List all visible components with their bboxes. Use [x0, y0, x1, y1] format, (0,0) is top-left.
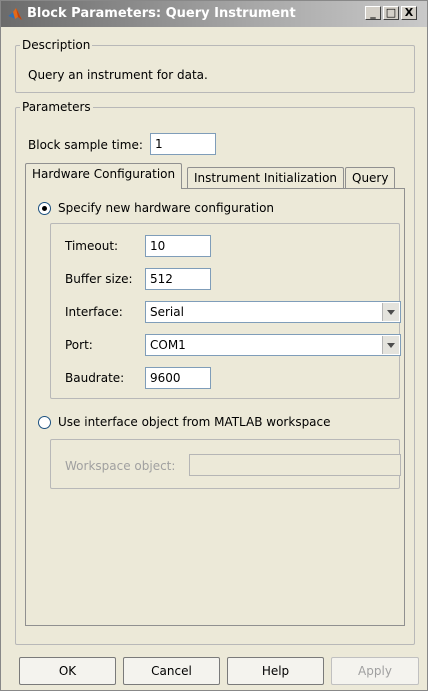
tab-instrument-initialization[interactable]: Instrument Initialization: [187, 167, 345, 189]
port-value: COM1: [150, 338, 186, 352]
sample-time-label: Block sample time:: [28, 138, 143, 152]
timeout-label: Timeout:: [65, 239, 119, 253]
title-bar[interactable]: Block Parameters: Query Instrument _ □ X: [1, 1, 427, 27]
specify-new-label: Specify new hardware configuration: [58, 201, 275, 215]
apply-button[interactable]: Apply: [331, 657, 419, 685]
timeout-input[interactable]: 10: [145, 235, 211, 257]
port-dropdown[interactable]: COM1: [145, 334, 401, 356]
tab-query[interactable]: Query: [345, 167, 396, 189]
use-workspace-radio[interactable]: [38, 416, 51, 429]
chevron-down-icon[interactable]: [382, 303, 399, 321]
hardware-settings-group: Timeout: 10 Buffer size: 512 Interface: …: [50, 223, 401, 399]
ok-button[interactable]: OK: [19, 657, 116, 685]
baudrate-label: Baudrate:: [65, 371, 125, 385]
tab-hardware-configuration[interactable]: Hardware Configuration: [25, 163, 183, 189]
description-group: Description Query an instrument for data…: [15, 38, 415, 93]
interface-value: Serial: [150, 305, 184, 319]
matlab-logo-icon: [8, 8, 22, 20]
workspace-object-input[interactable]: [189, 454, 401, 476]
port-label: Port:: [65, 338, 93, 352]
window-title: Block Parameters: Query Instrument: [27, 6, 296, 21]
buffer-size-label: Buffer size:: [65, 272, 133, 286]
workspace-group: Workspace object:: [50, 439, 401, 489]
dialog-window: Block Parameters: Query Instrument _ □ X…: [0, 0, 428, 691]
workspace-object-label: Workspace object:: [65, 459, 176, 473]
interface-label: Interface:: [65, 305, 123, 319]
minimize-button[interactable]: _: [365, 6, 381, 20]
baudrate-input[interactable]: 9600: [145, 367, 211, 389]
description-text: Query an instrument for data.: [28, 68, 208, 82]
cancel-button[interactable]: Cancel: [123, 657, 220, 685]
sample-time-input[interactable]: 1: [150, 133, 216, 155]
buffer-size-input[interactable]: 512: [145, 268, 211, 290]
hardware-tab-panel: Specify new hardware configuration Timeo…: [25, 188, 405, 626]
chevron-down-icon[interactable]: [382, 336, 399, 354]
description-legend: Description: [20, 38, 93, 52]
use-workspace-label: Use interface object from MATLAB workspa…: [58, 415, 331, 429]
interface-dropdown[interactable]: Serial: [145, 301, 401, 323]
parameters-legend: Parameters: [20, 100, 93, 114]
maximize-button[interactable]: □: [383, 6, 399, 20]
close-button[interactable]: X: [401, 6, 417, 20]
specify-new-radio[interactable]: [38, 202, 51, 215]
help-button[interactable]: Help: [227, 657, 324, 685]
